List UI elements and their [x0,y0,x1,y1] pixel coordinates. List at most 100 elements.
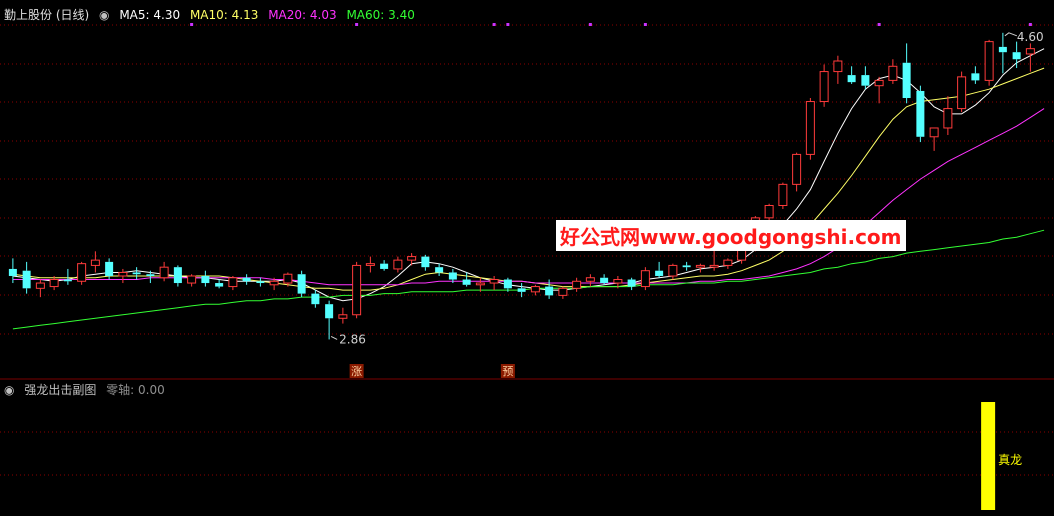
candle-body [201,275,210,284]
candle [682,261,691,271]
candle [874,76,884,104]
candle-body [833,60,843,73]
candle [421,254,430,271]
candle [929,127,939,151]
candle [215,279,224,289]
candle [118,268,128,284]
candle-body [957,76,967,110]
kline-chart[interactable]: 4.60 2.86 涨 预 真龙 [0,0,1054,516]
candle [861,66,870,90]
ma5-line [12,48,1045,302]
main-chart-legend: 勤上股份 (日线) ◉ MA5: 4.30 MA10: 4.13 MA20: 4… [4,6,421,23]
candle-body [984,41,994,81]
candle [668,263,678,280]
candle-body [545,286,554,296]
candle-body [709,264,719,268]
candle [640,267,650,291]
candle [365,256,375,273]
candle-body [943,108,953,129]
candle-body [778,183,788,207]
candle [627,277,636,291]
candle-body [847,75,856,83]
candle [352,261,362,319]
signal-dot [643,23,647,26]
ma20-line [12,108,1045,286]
candle-body [448,272,457,280]
candle-body [215,283,224,287]
candle-body [352,264,362,316]
candle [63,268,72,285]
candle-body [558,287,568,296]
candle [792,152,802,192]
candle [22,261,31,294]
candle-body [8,268,17,276]
candle-body [283,273,293,284]
ma60-legend: MA60: 3.40 [346,8,415,22]
signal-bar [981,402,996,510]
candle-body [503,279,512,289]
candle-body [613,279,623,284]
candle-body [819,71,829,103]
marker-label: 涨 [351,365,362,378]
candle [530,284,540,296]
candle-body [530,286,540,293]
candle-body [655,270,664,276]
moving-average-lines [12,48,1045,330]
candle-body [517,288,526,292]
candle-body [998,46,1007,53]
collapse-icon[interactable]: ◉ [4,383,14,397]
candle-body [118,271,128,277]
candle [572,277,582,292]
candle-body [159,266,169,279]
candle-body [489,279,499,284]
candle [462,272,471,287]
signal-label: 真龙 [998,453,1022,467]
ma10-legend: MA10: 4.13 [189,8,259,22]
candle-body [63,279,72,282]
candle-body [173,267,182,284]
candle-body [475,282,485,286]
candle-body [90,259,100,266]
candle-body [874,79,884,87]
candle-body [269,280,279,286]
candle [297,270,306,298]
candle-body [35,282,45,289]
candle-body [380,263,389,269]
candle [943,96,953,136]
signal-dot [355,23,359,26]
candle [847,66,856,84]
candle-body [572,280,582,289]
signal-dot [190,23,194,26]
candle-body [682,265,691,268]
candle-body [146,274,155,276]
candle-body [338,314,348,319]
candle [805,98,815,160]
watermark: 好公式网www.goodgongshi.com [556,220,906,251]
candle-body [325,304,334,319]
candle [159,261,169,282]
candle [228,275,238,291]
candle-body [861,75,870,86]
candle-body [627,279,636,287]
candle [173,265,182,287]
stock-title: 勤上股份 (日线) [4,8,90,22]
candle [902,43,911,104]
candle-body [723,259,733,266]
candle-body [929,127,939,138]
candle-body [916,90,925,137]
candle [77,261,87,285]
collapse-icon[interactable]: ◉ [99,8,109,22]
candle-body [22,270,31,289]
signal-dot [588,23,592,26]
candle [778,182,788,210]
candle-body [407,256,417,261]
event-marker: 预 [500,364,515,378]
candle [380,260,389,271]
sub-chart-legend: ◉ 强龙出击副图 零轴: 0.00 [4,381,171,398]
candle-body [187,275,197,284]
candle [489,275,499,291]
candle-body [640,270,650,288]
candle [819,64,829,107]
candle [585,274,595,287]
candle [201,270,210,287]
